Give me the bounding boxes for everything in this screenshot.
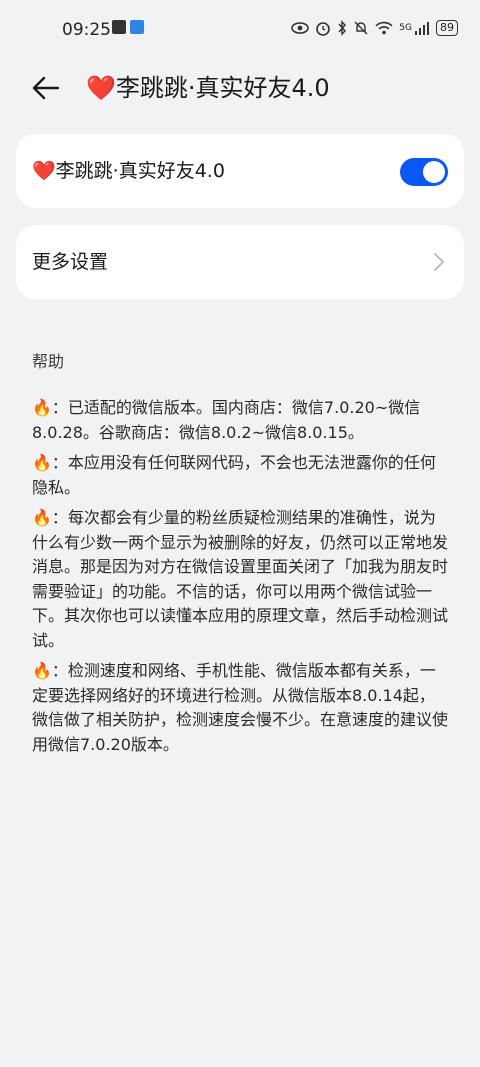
network-type: 5G — [399, 23, 412, 33]
help-item: 🔥：每次都会有少量的粉丝质疑检测结果的准确性，说为什么有少数一两个显示为被删除的… — [32, 506, 450, 653]
more-settings-item[interactable]: 更多设置 — [16, 225, 464, 299]
status-bar: 09:25 5G 89 — [0, 0, 480, 60]
battery-indicator: 89 — [436, 20, 458, 36]
app-notification-icon — [112, 20, 126, 34]
mute-icon — [354, 21, 368, 35]
notification-icons — [112, 20, 144, 34]
help-item-text: ：已适配的微信版本。国内商店：微信7.0.20~微信8.0.28。谷歌商店：微信… — [32, 398, 421, 442]
status-right: 5G 89 — [291, 20, 458, 36]
help-item: 🔥：已适配的微信版本。国内商店：微信7.0.20~微信8.0.28。谷歌商店：微… — [32, 396, 450, 445]
heart-icon: ❤️ — [86, 74, 116, 102]
app-notification-icon — [130, 20, 144, 34]
page-title-text: 李跳跳·真实好友4.0 — [115, 74, 330, 102]
feature-toggle-switch[interactable] — [400, 158, 448, 186]
back-arrow-icon[interactable] — [30, 72, 62, 104]
app-bar: ❤️李跳跳·真实好友4.0 — [0, 60, 480, 116]
signal-icon — [415, 22, 429, 35]
feature-label-text: 李跳跳·真实好友4.0 — [55, 160, 225, 182]
help-item-text: ：每次都会有少量的粉丝质疑检测结果的准确性，说为什么有少数一两个显示为被删除的好… — [32, 508, 449, 650]
feature-label: ❤️李跳跳·真实好友4.0 — [32, 134, 225, 208]
status-time: 09:25 — [62, 20, 111, 40]
help-list: 🔥：已适配的微信版本。国内商店：微信7.0.20~微信8.0.28。谷歌商店：微… — [32, 396, 450, 763]
fire-icon: 🔥 — [32, 508, 52, 527]
chevron-right-icon — [434, 253, 444, 271]
feature-toggle-card: ❤️李跳跳·真实好友4.0 — [16, 134, 464, 208]
toggle-knob — [423, 161, 445, 183]
help-item-text: ：本应用没有任何联网代码，不会也无法泄露你的任何隐私。 — [32, 453, 436, 497]
help-heading: 帮助 — [32, 352, 65, 371]
alarm-icon — [316, 22, 331, 36]
help-item: 🔥：本应用没有任何联网代码，不会也无法泄露你的任何隐私。 — [32, 451, 450, 500]
fire-icon: 🔥 — [32, 398, 52, 417]
fire-icon: 🔥 — [32, 453, 52, 472]
fire-icon: 🔥 — [32, 661, 52, 680]
help-item-text: ：检测速度和网络、手机性能、微信版本都有关系，一定要选择网络好的环境进行检测。从… — [32, 661, 449, 754]
help-item: 🔥：检测速度和网络、手机性能、微信版本都有关系，一定要选择网络好的环境进行检测。… — [32, 659, 450, 757]
eye-icon — [291, 22, 310, 34]
page-title: ❤️李跳跳·真实好友4.0 — [86, 72, 330, 104]
more-settings-label: 更多设置 — [32, 251, 109, 273]
bluetooth-icon — [338, 20, 347, 36]
heart-icon: ❤️ — [32, 160, 56, 182]
wifi-icon — [375, 21, 393, 35]
